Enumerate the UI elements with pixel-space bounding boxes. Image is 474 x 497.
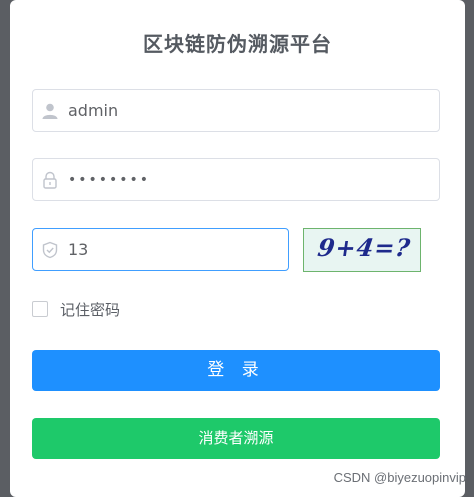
user-icon [41,102,59,120]
shield-icon [41,241,59,259]
login-card: 区块链防伪溯源平台 9+4=? [10,0,465,497]
lock-icon [41,171,59,189]
page-title: 区块链防伪溯源平台 [143,32,332,56]
captcha-text: 9+4=? [315,233,413,262]
remember-password[interactable]: 记住密码 [32,298,120,320]
username-field[interactable] [32,89,440,132]
remember-label: 记住密码 [60,300,121,319]
username-input[interactable] [68,90,429,131]
captcha-field[interactable] [32,228,289,271]
watermark: CSDN @biyezuopinvip [333,470,466,485]
login-button[interactable]: 登 录 [32,350,440,391]
captcha-input[interactable] [68,229,278,270]
consumer-trace-button[interactable]: 消费者溯源 [32,418,440,459]
password-input[interactable] [68,159,429,200]
remember-checkbox[interactable] [32,301,48,317]
captcha-image[interactable]: 9+4=? [303,228,421,272]
password-field[interactable] [32,158,440,201]
